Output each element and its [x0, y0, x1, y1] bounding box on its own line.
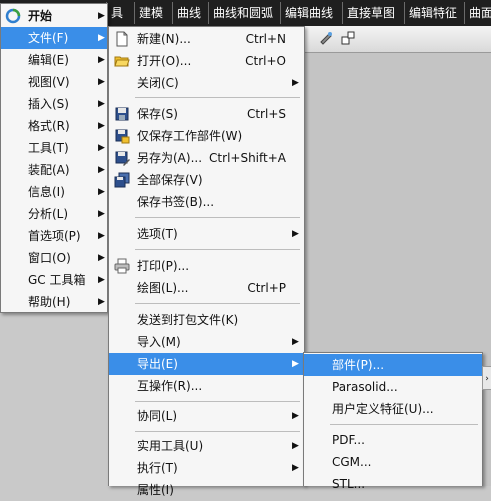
file-print[interactable]: 打印(P)... [109, 255, 304, 277]
main-menu: 开始 ▶ 文件(F) ▶ 编辑(E) ▶ 视图(V) ▶ 插入(S) ▶ 格式(… [0, 3, 108, 313]
arrow-right-icon: ▶ [98, 165, 105, 175]
file-send-to-package[interactable]: 发送到打包文件(K) [109, 309, 304, 331]
export-parasolid[interactable]: Parasolid... [304, 376, 482, 398]
separator [330, 424, 478, 425]
arrow-right-icon: ▶ [98, 11, 105, 21]
arrow-right-icon: ▶ [292, 359, 299, 369]
menu-item-tools[interactable]: 工具(T) ▶ [1, 137, 107, 159]
arrow-right-icon: ▶ [292, 441, 299, 451]
menu-item-edit[interactable]: 编辑(E) ▶ [1, 49, 107, 71]
tab-edit-curve[interactable]: 编辑曲线 [280, 2, 342, 24]
export-part[interactable]: 部件(P)... [304, 354, 482, 376]
open-folder-icon [114, 56, 130, 67]
file-utilities[interactable]: 实用工具(U) ▶ [109, 435, 304, 457]
menu-item-assembly[interactable]: 装配(A) ▶ [1, 159, 107, 181]
file-close[interactable]: 关闭(C) ▶ [109, 72, 304, 94]
select-icon[interactable] [340, 30, 356, 46]
separator [135, 97, 300, 98]
file-menu: 新建(N)... Ctrl+N 打开(O)... Ctrl+O 关闭(C) ▶ … [108, 26, 305, 497]
file-save[interactable]: 保存(S) Ctrl+S [109, 103, 304, 125]
arrow-right-icon: ▶ [292, 229, 299, 239]
file-import[interactable]: 导入(M) ▶ [109, 331, 304, 353]
arrow-right-icon: ▶ [98, 121, 105, 131]
menu-item-information[interactable]: 信息(I) ▶ [1, 181, 107, 203]
arrow-right-icon: ▶ [98, 33, 105, 43]
save-all-icon [114, 172, 130, 188]
separator [135, 431, 300, 432]
expand-arrow-icon[interactable]: › [482, 366, 491, 390]
arrow-right-icon: ▶ [98, 231, 105, 241]
menu-item-view[interactable]: 视图(V) ▶ [1, 71, 107, 93]
arrow-right-icon: ▶ [98, 55, 105, 65]
file-save-bookmark[interactable]: 保存书签(B)... [109, 191, 304, 213]
arrow-right-icon: ▶ [98, 253, 105, 263]
menu-item-window[interactable]: 窗口(O) ▶ [1, 247, 107, 269]
arrow-right-icon: ▶ [98, 77, 105, 87]
export-stl[interactable]: STL... [304, 473, 482, 495]
menu-item-preferences[interactable]: 首选项(P) ▶ [1, 225, 107, 247]
export-pdf[interactable]: PDF... [304, 429, 482, 451]
export-menu: 部件(P)... Parasolid... 用户定义特征(U)... PDF..… [303, 352, 483, 491]
file-export[interactable]: 导出(E) ▶ [109, 353, 304, 375]
save-icon [115, 107, 129, 121]
save-work-part-icon [115, 129, 130, 144]
menu-item-analysis[interactable]: 分析(L) ▶ [1, 203, 107, 225]
file-collaborate[interactable]: 协同(L) ▶ [109, 405, 304, 427]
arrow-right-icon: ▶ [98, 275, 105, 285]
file-open[interactable]: 打开(O)... Ctrl+O [109, 50, 304, 72]
tab-curve-arc[interactable]: 曲线和圆弧 [208, 2, 280, 24]
arrow-right-icon: ▶ [98, 99, 105, 109]
menu-item-start[interactable]: 开始 ▶ [1, 5, 107, 27]
tab-direct-sketch[interactable]: 直接草图 [342, 2, 404, 24]
file-options[interactable]: 选项(T) ▶ [109, 223, 304, 245]
file-execute[interactable]: 执行(T) ▶ [109, 457, 304, 479]
tab-modeling[interactable]: 建模 [134, 2, 172, 24]
tool-icon[interactable] [318, 30, 334, 46]
tab-surface[interactable]: 曲面 [464, 2, 491, 24]
export-cgm[interactable]: CGM... [304, 451, 482, 473]
menu-item-file[interactable]: 文件(F) ▶ [1, 27, 107, 49]
file-properties[interactable]: 属性(I) [109, 479, 304, 501]
arrow-right-icon: ▶ [292, 337, 299, 347]
menu-item-help[interactable]: 帮助(H) ▶ [1, 291, 107, 313]
file-save-all[interactable]: 全部保存(V) [109, 169, 304, 191]
file-interoperate[interactable]: 互操作(R)... [109, 375, 304, 397]
menu-item-insert[interactable]: 插入(S) ▶ [1, 93, 107, 115]
separator [135, 401, 300, 402]
separator [135, 217, 300, 218]
print-icon [114, 258, 130, 274]
arrow-right-icon: ▶ [98, 297, 105, 307]
menu-item-gc-toolkit[interactable]: GC 工具箱 ▶ [1, 269, 107, 291]
file-new[interactable]: 新建(N)... Ctrl+N [109, 28, 304, 50]
file-save-as[interactable]: 另存为(A)... Ctrl+Shift+A [109, 147, 304, 169]
arrow-right-icon: ▶ [98, 187, 105, 197]
save-as-icon [115, 151, 130, 166]
separator [135, 303, 300, 304]
nx-logo-icon [5, 8, 21, 24]
separator [135, 249, 300, 250]
export-user-defined-feature[interactable]: 用户定义特征(U)... [304, 398, 482, 420]
new-file-icon [116, 31, 128, 47]
arrow-right-icon: ▶ [98, 209, 105, 219]
tab-curve[interactable]: 曲线 [172, 2, 208, 24]
menu-item-format[interactable]: 格式(R) ▶ [1, 115, 107, 137]
tab-edit-feature[interactable]: 编辑特征 [404, 2, 464, 24]
arrow-right-icon: ▶ [292, 78, 299, 88]
arrow-right-icon: ▶ [98, 143, 105, 153]
arrow-right-icon: ▶ [292, 411, 299, 421]
file-plot[interactable]: 绘图(L)... Ctrl+P [109, 277, 304, 299]
tab-tools[interactable]: 具 [106, 2, 134, 24]
toolbar [290, 26, 491, 53]
file-save-work-part[interactable]: 仅保存工作部件(W) [109, 125, 304, 147]
arrow-right-icon: ▶ [292, 463, 299, 473]
